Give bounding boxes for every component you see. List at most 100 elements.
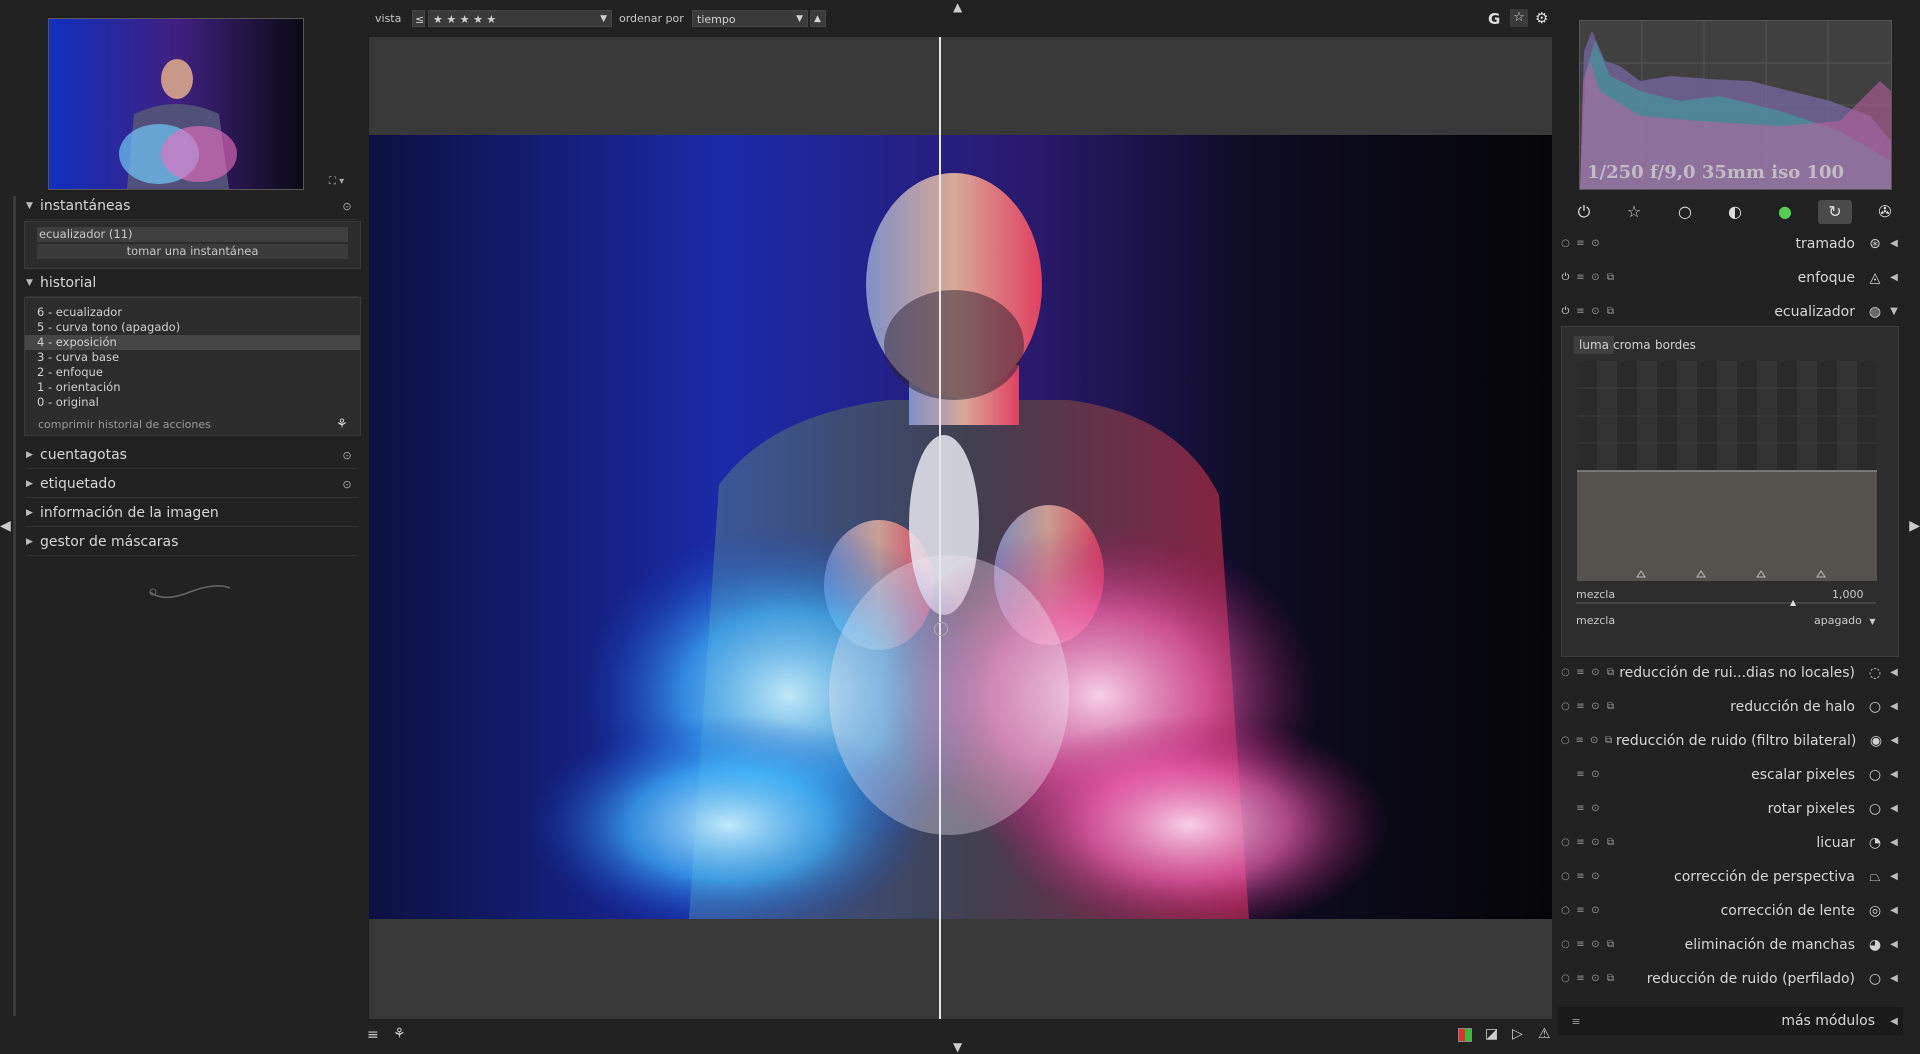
module-nlmeans[interactable]: ○ ≡ ⊙ ⧉ reducción de rui...dias no locales)… xyxy=(1558,656,1903,689)
overexposure-icon[interactable]: ◪ xyxy=(1485,1026,1498,1042)
reset-icon[interactable]: ⊙ xyxy=(1588,701,1603,712)
module-rotate-pixels[interactable]: ≡ ⊙ rotar pixeles ○ ◀ xyxy=(1558,792,1903,825)
sort-direction-button[interactable]: ▲ xyxy=(810,10,826,27)
reset-icon[interactable]: ⊙ xyxy=(1588,238,1603,249)
split-rotate-handle[interactable] xyxy=(934,622,948,636)
presets-icon[interactable]: ≡ xyxy=(1572,735,1586,746)
collapse-arrow-icon[interactable]: ◀ xyxy=(1885,837,1903,848)
multi-instance-icon[interactable]: ⧉ xyxy=(1603,701,1618,712)
power-icon[interactable]: ○ xyxy=(1558,837,1573,848)
multi-instance-icon[interactable]: ⧉ xyxy=(1601,735,1615,746)
history-item[interactable]: 6 - ecualizador xyxy=(25,305,360,320)
power-icon[interactable]: ○ xyxy=(1558,973,1573,984)
styles-icon[interactable]: ⚘ xyxy=(393,1026,406,1042)
power-icon[interactable]: ⏻ xyxy=(1558,306,1573,317)
equalizer-curve-area[interactable] xyxy=(1577,361,1877,581)
presets-icon[interactable]: ≡ xyxy=(1573,272,1588,283)
color-group-icon[interactable]: ● xyxy=(1768,200,1802,224)
module-scale-pixels[interactable]: ≡ ⊙ escalar pixeles ○ ◀ xyxy=(1558,758,1903,791)
module-halo[interactable]: ○ ≡ ⊙ ⧉ reducción de halo ○ ◀ xyxy=(1558,690,1903,723)
take-snapshot-button[interactable]: tomar una instantánea xyxy=(37,244,348,259)
power-icon[interactable]: ○ xyxy=(1558,871,1573,882)
collapse-arrow-icon[interactable]: ◀ xyxy=(1885,272,1903,283)
collapse-arrow-icon[interactable]: ◀ xyxy=(1886,735,1903,746)
reset-icon[interactable]: ⊙ xyxy=(1588,837,1603,848)
reset-icon[interactable]: ⊙ xyxy=(1588,973,1603,984)
reset-icon[interactable]: ⊙ xyxy=(1588,272,1603,283)
top-collapse-arrow[interactable]: ▲ xyxy=(953,0,962,14)
sort-order-dropdown[interactable]: tiempo ▼ xyxy=(692,10,808,27)
reset-icon[interactable]: ⊙ xyxy=(1588,905,1603,916)
left-collapse-arrow[interactable]: ◀ xyxy=(0,518,11,534)
reset-icon[interactable]: ⊙ xyxy=(1588,667,1603,678)
power-icon[interactable]: ○ xyxy=(1558,735,1572,746)
module-lens-correction[interactable]: ○ ≡ ⊙ corrección de lente ◎ ◀ xyxy=(1558,894,1903,927)
collapse-arrow-icon[interactable]: ◀ xyxy=(1885,871,1903,882)
reset-icon[interactable]: ⊙ xyxy=(1588,769,1603,780)
presets-icon[interactable]: ≡ xyxy=(1573,905,1588,916)
power-icon[interactable]: ⏻ xyxy=(1558,272,1573,283)
blend-mode-dropdown[interactable]: apagado ▼ xyxy=(1814,614,1876,627)
power-icon[interactable]: ○ xyxy=(1558,238,1573,249)
module-liquify[interactable]: ○ ≡ ⊙ ⧉ licuar ◔ ◀ xyxy=(1558,826,1903,859)
power-icon[interactable]: ○ xyxy=(1558,905,1573,916)
module-ecualizador[interactable]: ⏻ ≡ ⊙ ⧉ ecualizador ◍ ▼ xyxy=(1558,295,1903,328)
history-item[interactable]: 0 - original xyxy=(25,395,360,410)
reset-icon[interactable]: ⊙ xyxy=(1588,871,1603,882)
presets-icon[interactable]: ≡ xyxy=(1573,701,1588,712)
reset-icon[interactable]: ⊙ xyxy=(336,449,358,462)
grouping-button[interactable]: G xyxy=(1488,10,1500,28)
presets-icon[interactable]: ≡ xyxy=(1573,238,1588,249)
basic-group-icon[interactable]: ○ xyxy=(1668,200,1702,224)
gear-icon[interactable]: ⚙ xyxy=(1535,9,1548,27)
reset-icon[interactable]: ⊙ xyxy=(336,200,358,213)
collapse-arrow-icon[interactable]: ◀ xyxy=(1885,803,1903,814)
tab-croma[interactable]: croma xyxy=(1608,336,1656,354)
rating-filter-dropdown[interactable]: ★ ★ ★ ★ ★ ▼ xyxy=(428,10,612,27)
main-photo[interactable] xyxy=(369,135,1552,919)
navigation-thumbnail[interactable] xyxy=(48,18,304,190)
collapse-arrow-icon[interactable]: ◀ xyxy=(1885,939,1903,950)
module-mask-manager[interactable]: ▶ gestor de máscaras xyxy=(26,529,358,556)
history-item[interactable]: 5 - curva tono (apagado) xyxy=(25,320,360,335)
module-bilateral[interactable]: ○ ≡ ⊙ ⧉ reducción de ruido (filtro bilatera… xyxy=(1558,724,1903,757)
reset-icon[interactable]: ⊙ xyxy=(1588,803,1603,814)
multi-instance-icon[interactable]: ⧉ xyxy=(1603,939,1618,950)
module-denoise-profiled[interactable]: ○ ≡ ⊙ ⧉ reducción de ruido (perfilado) ○ ◀ xyxy=(1558,962,1903,995)
overlay-star-icon[interactable]: ☆ xyxy=(1510,9,1528,27)
presets-icon[interactable]: ≡ xyxy=(1573,973,1588,984)
multi-instance-icon[interactable]: ⧉ xyxy=(1603,973,1618,984)
rating-comparator-dropdown[interactable]: ≤ xyxy=(412,10,425,27)
tab-bordes[interactable]: bordes xyxy=(1650,336,1701,354)
presets-icon[interactable]: ≡ xyxy=(1573,837,1588,848)
history-item[interactable]: 1 - orientación xyxy=(25,380,360,395)
left-scrollbar[interactable] xyxy=(13,196,16,1016)
power-icon[interactable]: ○ xyxy=(1558,667,1573,678)
presets-icon[interactable]: ≡ xyxy=(1573,306,1588,317)
hamburger-menu-icon[interactable]: ≡ xyxy=(367,1027,379,1043)
module-perspective[interactable]: ○ ≡ ⊙ corrección de perspectiva ⏢ ◀ xyxy=(1558,860,1903,893)
module-colorpicker[interactable]: ▶ cuentagotas ⊙ xyxy=(26,442,358,469)
color-assessment-icon[interactable] xyxy=(1458,1028,1472,1042)
effects-group-icon[interactable]: ✇ xyxy=(1868,200,1902,224)
expanded-arrow-icon[interactable]: ▼ xyxy=(1885,306,1903,317)
module-history[interactable]: ▼ historial xyxy=(26,270,358,297)
module-enfoque[interactable]: ⏻ ≡ ⊙ ⧉ enfoque ◬ ◀ xyxy=(1558,261,1903,294)
reset-icon[interactable]: ⊙ xyxy=(1588,939,1603,950)
power-icon[interactable]: ○ xyxy=(1558,701,1573,712)
styles-icon[interactable]: ⚘ xyxy=(336,417,360,432)
collapse-arrow-icon[interactable]: ◀ xyxy=(1885,769,1903,780)
collapse-arrow-icon[interactable]: ◀ xyxy=(1885,973,1903,984)
module-snapshots[interactable]: ▼ instantáneas ⊙ xyxy=(26,193,358,220)
presets-icon[interactable]: ≡ xyxy=(1573,667,1588,678)
more-modules-row[interactable]: ≡ más módulos ◀ xyxy=(1558,1007,1903,1035)
thumbnail-zoom-icon[interactable]: ⛶ ▾ xyxy=(329,176,344,187)
multi-instance-icon[interactable]: ⧉ xyxy=(1603,667,1618,678)
multi-instance-icon[interactable]: ⧉ xyxy=(1603,306,1618,317)
presets-icon[interactable]: ≡ xyxy=(1573,871,1588,882)
right-collapse-arrow[interactable]: ▶ xyxy=(1909,518,1920,534)
favorites-star-icon[interactable]: ☆ xyxy=(1617,200,1651,224)
history-item[interactable]: 2 - enfoque xyxy=(25,365,360,380)
reset-icon[interactable]: ⊙ xyxy=(1587,735,1601,746)
active-modules-power-icon[interactable]: ⏻ xyxy=(1567,200,1601,224)
